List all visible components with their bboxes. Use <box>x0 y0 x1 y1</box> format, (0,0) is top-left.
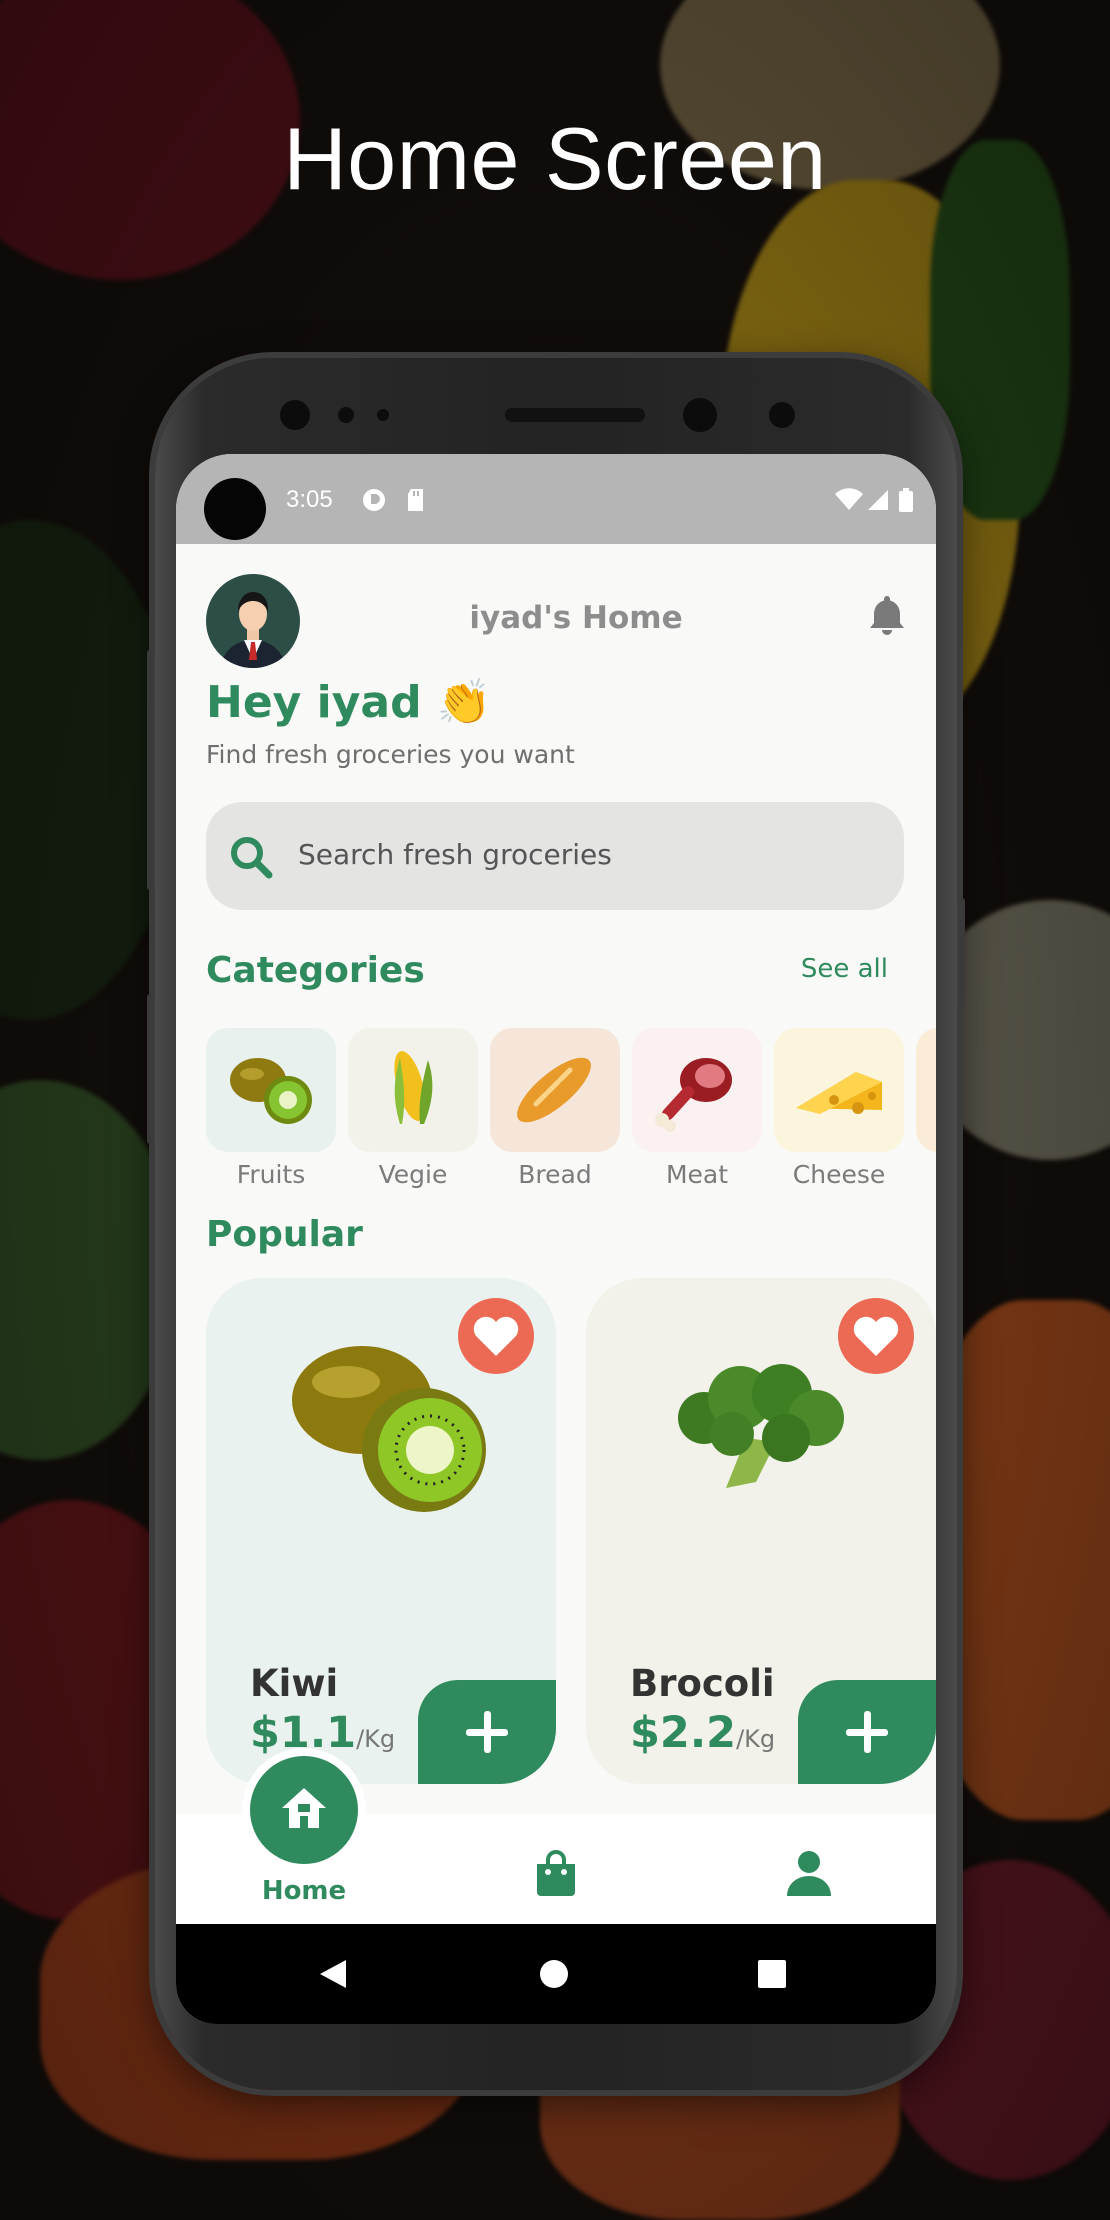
price-unit: /Kg <box>736 1725 776 1753</box>
signal-icon <box>868 490 888 510</box>
category-fruits[interactable]: Fruits <box>206 1028 336 1189</box>
bread-icon <box>517 1057 591 1123</box>
wifi-icon <box>835 488 863 510</box>
category-next[interactable] <box>916 1028 936 1152</box>
category-label: Fruits <box>236 1160 306 1189</box>
search-bar[interactable]: Search fresh groceries <box>206 802 904 910</box>
add-to-cart-button[interactable] <box>798 1680 936 1784</box>
shopping-bag-icon[interactable] <box>533 1848 579 1898</box>
add-to-cart-button[interactable] <box>418 1680 556 1784</box>
back-icon[interactable] <box>316 1958 348 1990</box>
greeting-title: Hey iyad 👏 <box>206 677 492 728</box>
media-icon <box>363 489 385 511</box>
product-card-brocoli[interactable]: Brocoli $2.2/Kg <box>586 1278 936 1784</box>
product-price: $2.2/Kg <box>630 1708 776 1758</box>
category-meat[interactable]: Meat <box>632 1028 762 1189</box>
category-tile <box>916 1028 936 1152</box>
category-tile <box>348 1028 478 1152</box>
header-title: iyad's Home <box>469 600 683 636</box>
categories-list: Fruits Vegie Bread Meat Cheese <box>206 1028 936 1198</box>
price-unit: /Kg <box>356 1725 396 1753</box>
category-tile <box>206 1028 336 1152</box>
recents-icon[interactable] <box>756 1958 788 1990</box>
camera-cutout <box>204 478 266 540</box>
category-label: Meat <box>665 1160 729 1189</box>
category-tile <box>632 1028 762 1152</box>
battery-icon <box>899 488 913 512</box>
status-time: 3:05 <box>286 486 333 513</box>
see-all-link[interactable]: See all <box>801 954 888 984</box>
corn-icon <box>394 1051 433 1124</box>
profile-icon[interactable] <box>784 1848 834 1898</box>
kiwi-icon <box>230 1058 312 1124</box>
status-bar: 3:05 <box>176 454 936 544</box>
category-label: Cheese <box>792 1160 886 1189</box>
search-input[interactable]: Search fresh groceries <box>298 838 612 871</box>
category-label: Vegie <box>378 1160 448 1189</box>
product-name: Kiwi <box>250 1662 339 1705</box>
category-label: Bread <box>518 1160 592 1189</box>
cheese-icon <box>796 1072 882 1114</box>
category-vegie[interactable]: Vegie <box>348 1028 478 1189</box>
categories-title: Categories <box>206 950 425 991</box>
nav-home-button[interactable] <box>242 1748 366 1872</box>
home-circle-icon[interactable] <box>538 1958 570 1990</box>
app-screen: 3:05 iyad's Home Hey iyad 👏 Find fresh g… <box>176 454 936 2024</box>
category-cheese[interactable]: Cheese <box>774 1028 904 1189</box>
category-tile <box>490 1028 620 1152</box>
category-tile <box>774 1028 904 1152</box>
home-icon <box>282 1788 326 1828</box>
product-name: Brocoli <box>630 1662 775 1705</box>
kiwi-image <box>292 1346 486 1512</box>
greeting-subtitle: Find fresh groceries you want <box>206 740 575 769</box>
nav-home-label[interactable]: Home <box>242 1876 366 1906</box>
category-bread[interactable]: Bread <box>490 1028 620 1189</box>
meat-icon <box>655 1058 732 1132</box>
sd-card-icon <box>408 489 423 511</box>
headline: Home Screen <box>283 109 827 208</box>
popular-title: Popular <box>206 1214 363 1255</box>
phone-frame: 3:05 iyad's Home Hey iyad 👏 Find fresh g… <box>147 358 965 2090</box>
system-nav-bar <box>176 1924 936 2024</box>
search-icon <box>231 837 273 879</box>
product-card-kiwi[interactable]: Kiwi $1.1/Kg <box>206 1278 556 1784</box>
bell-icon[interactable] <box>862 590 912 640</box>
brocoli-image <box>678 1364 844 1488</box>
